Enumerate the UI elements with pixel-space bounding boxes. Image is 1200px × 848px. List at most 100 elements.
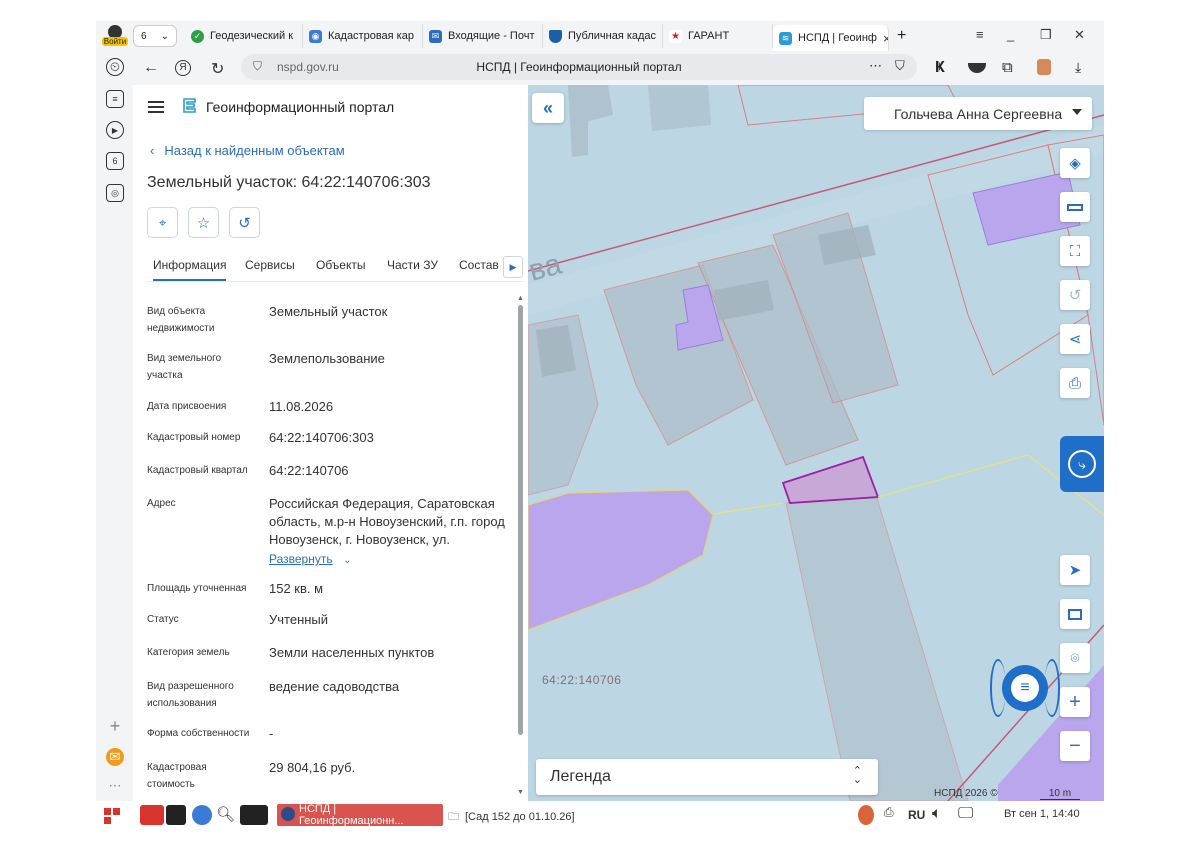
- menu-icon[interactable]: [148, 101, 164, 113]
- close-tab-icon[interactable]: ×: [883, 31, 888, 46]
- taskbar-active-window[interactable]: НСПД | Геоинформационн...: [277, 803, 443, 827]
- layers-icon: ◈: [1069, 155, 1081, 172]
- tab-count-button[interactable]: 6 ⌄: [133, 25, 177, 47]
- yandex-browser-icon: [281, 807, 295, 821]
- info-label: Кадастровый квартал: [147, 465, 248, 476]
- history-icon[interactable]: ⏲: [106, 58, 124, 76]
- info-label: Кадастровая стоимость: [147, 762, 207, 790]
- close-window-icon[interactable]: ✕: [1074, 27, 1085, 43]
- reload-icon[interactable]: ↻: [211, 59, 224, 79]
- tab-services[interactable]: Сервисы: [245, 258, 295, 272]
- back-to-results-link[interactable]: ‹ Назад к найденным объектам: [150, 143, 345, 158]
- tray-orange-icon[interactable]: [858, 805, 874, 825]
- caret-down-icon: [1072, 109, 1082, 115]
- layers-button[interactable]: ◈: [1060, 148, 1090, 178]
- info-value: 29 804,16 руб.: [269, 760, 356, 775]
- search-place-button[interactable]: ⌾: [1060, 643, 1090, 673]
- chat-icon: ≡: [1011, 674, 1039, 702]
- chat-button[interactable]: ≡: [1002, 665, 1048, 711]
- keyboard-language[interactable]: RU: [908, 808, 925, 822]
- ruler-button[interactable]: [1060, 192, 1090, 222]
- object-tabs: Информация Сервисы Объекты Части ЗУ Сост…: [147, 250, 523, 282]
- tab-geodesic[interactable]: ✓ Геодезический к: [185, 24, 303, 48]
- mail-app-icon[interactable]: ✉: [106, 748, 124, 766]
- zoom-in-button[interactable]: +: [1060, 687, 1090, 717]
- scroll-up-icon[interactable]: ▲: [517, 295, 524, 302]
- tray-printer-icon[interactable]: ⎙: [884, 805, 900, 825]
- login-button[interactable]: Войти: [102, 25, 128, 49]
- minimize-icon[interactable]: _: [1007, 27, 1014, 42]
- favorite-button[interactable]: ☆: [188, 207, 219, 238]
- page-title: НСПД | Геоинформационный портал: [476, 60, 682, 74]
- sidebar-tab-count[interactable]: 6: [106, 152, 124, 170]
- collapse-panel-button[interactable]: «: [532, 93, 564, 123]
- taskbar-file-window[interactable]: 🗀 [Сад 152 до 01.10.26]: [448, 808, 575, 827]
- locate-on-map-button[interactable]: ⌖: [147, 207, 178, 238]
- history-map-button[interactable]: ↺: [1060, 280, 1090, 310]
- restore-icon[interactable]: ❐: [1040, 27, 1052, 43]
- panel-scrollbar[interactable]: ▲ ▼: [517, 295, 524, 796]
- extension-puzzle-icon[interactable]: ⧉: [1002, 59, 1020, 77]
- tab-composition[interactable]: Состав: [459, 258, 499, 272]
- url-field[interactable]: ⛉ nspd.gov.ru НСПД | Геоинформационный п…: [241, 54, 917, 80]
- tab-cadastral-map[interactable]: ◉ Кадастровая кар: [303, 24, 423, 48]
- tab-label: Входящие - Почт: [448, 30, 535, 42]
- more-icon[interactable]: ⋯: [869, 58, 882, 74]
- search-icon[interactable]: 🔍︎: [216, 805, 236, 825]
- ruler-icon: [1067, 203, 1083, 211]
- extension-hat-icon[interactable]: [968, 63, 986, 73]
- tab-parts[interactable]: Части ЗУ: [387, 258, 438, 272]
- collections-icon[interactable]: ≡: [106, 90, 124, 108]
- legend-dropdown[interactable]: Легенда ⌃ ⌄: [536, 759, 878, 795]
- share-icon: ⋖: [1068, 331, 1082, 348]
- extension-orange-icon[interactable]: [1037, 59, 1051, 75]
- browser-app-icon[interactable]: [192, 805, 212, 825]
- tab-nspd[interactable]: ≋ НСПД | Геоинф ×: [773, 25, 889, 51]
- user-menu[interactable]: Гольчева Анна Сергеевна: [864, 97, 1092, 130]
- scrollbar-thumb[interactable]: [518, 305, 523, 735]
- portal-logo-icon: [183, 98, 196, 113]
- tab-objects[interactable]: Объекты: [316, 258, 366, 272]
- nspd-icon: ≋: [779, 31, 792, 45]
- minimap-button[interactable]: [1060, 599, 1090, 629]
- terminal-icon[interactable]: [166, 805, 186, 825]
- services-panel-button[interactable]: ⤷: [1060, 436, 1104, 492]
- start-menu-icon[interactable]: [102, 805, 122, 825]
- bookmark-icon[interactable]: ⛉: [895, 58, 905, 74]
- share-button[interactable]: ⋖: [1060, 324, 1090, 354]
- geolocation-button[interactable]: ➤: [1060, 555, 1090, 585]
- tab-public-cadastral[interactable]: Публичная кадас: [543, 24, 663, 48]
- download-icon[interactable]: ⤓: [1075, 59, 1093, 77]
- info-value: ведение садоводства: [269, 679, 400, 694]
- tab-mail[interactable]: ✉ Входящие - Почт: [423, 24, 543, 48]
- history-button[interactable]: ↺: [229, 207, 260, 238]
- screen: Войти ⏲ ≡ ▶ 6 ◎ + ✉ ⋯ 6 ⌄ ✓ Геодезически…: [96, 21, 1104, 829]
- network-icon[interactable]: 🖵︎: [958, 805, 978, 825]
- zoom-out-button[interactable]: −: [1060, 731, 1090, 761]
- tab-garant[interactable]: ★ ГАРАНТ: [663, 24, 773, 48]
- select-area-button[interactable]: ⛶: [1060, 236, 1090, 266]
- tabs-next-button[interactable]: ▶: [503, 256, 523, 278]
- info-value: Учтенный: [269, 612, 329, 627]
- clock[interactable]: Вт сен 1, 14:40: [1004, 808, 1080, 820]
- more-icon[interactable]: ⋯: [106, 777, 124, 795]
- expand-address-link[interactable]: Развернуть ⌄: [269, 550, 351, 568]
- volume-icon[interactable]: 🔈︎: [932, 805, 952, 825]
- files-app-icon[interactable]: [140, 805, 164, 825]
- window-switcher-icon[interactable]: [240, 805, 268, 825]
- taskbar-file-label: [Сад 152 до 01.10.26]: [465, 811, 575, 823]
- login-label: Войти: [102, 37, 128, 46]
- back-arrow-icon[interactable]: ←: [143, 59, 159, 77]
- new-tab-icon[interactable]: +: [897, 27, 906, 45]
- menu-icon[interactable]: ≡: [976, 27, 984, 42]
- map-view[interactable]: ва « Гольчева Анна Сергеевна ◈ ⛶ ↺ ⋖ ⎙ ⤷…: [528, 85, 1104, 801]
- scroll-down-icon[interactable]: ▼: [517, 789, 524, 796]
- info-label: Вид объекта недвижимости: [147, 306, 215, 334]
- tab-information[interactable]: Информация: [153, 258, 227, 281]
- screenshot-icon[interactable]: ◎: [106, 184, 124, 202]
- play-icon[interactable]: ▶: [106, 121, 124, 139]
- yandex-icon[interactable]: Я: [175, 60, 191, 76]
- extension-k-icon[interactable]: Ҝ: [935, 59, 953, 77]
- add-icon[interactable]: +: [106, 716, 124, 736]
- print-button[interactable]: ⎙: [1060, 368, 1090, 398]
